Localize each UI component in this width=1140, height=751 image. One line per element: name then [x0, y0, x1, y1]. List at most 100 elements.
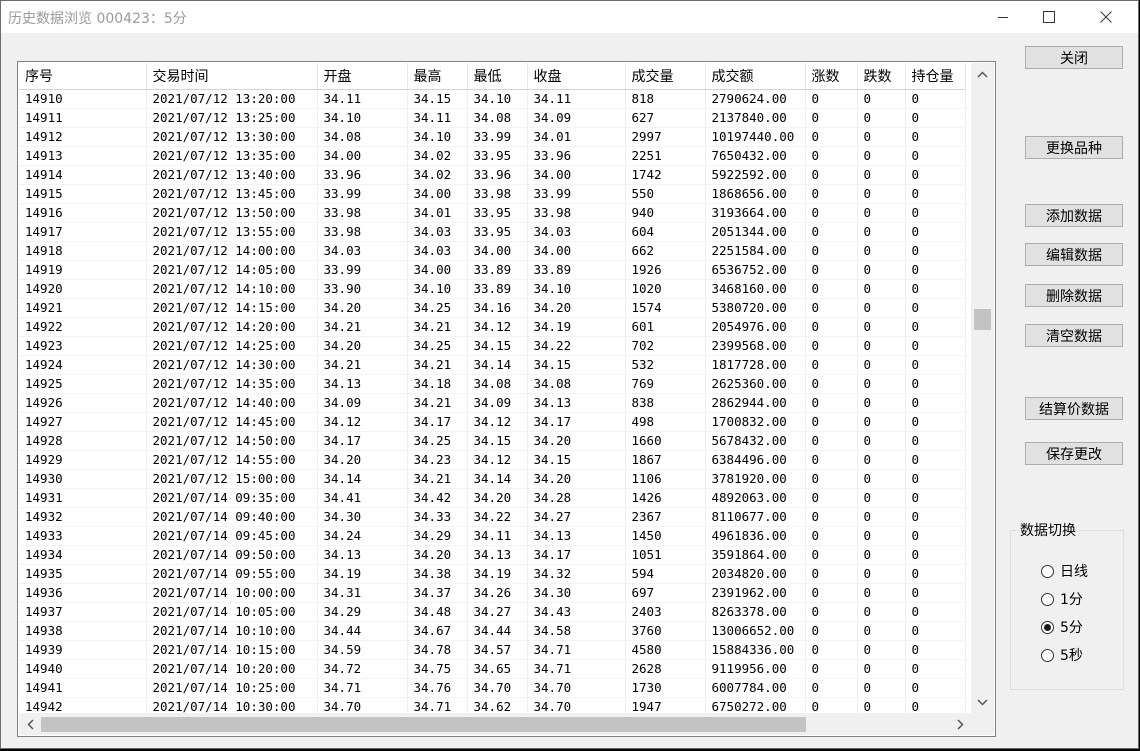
table-cell[interactable]: 2021/07/12 14:35:00 [146, 374, 318, 394]
radio-daily-circle[interactable] [1041, 564, 1054, 578]
table-cell[interactable]: 0 [857, 488, 906, 508]
table-cell[interactable]: 2021/07/12 14:30:00 [146, 355, 318, 375]
table-cell[interactable]: 34.27 [527, 507, 626, 527]
table-cell[interactable]: 1947 [625, 697, 706, 713]
table-cell[interactable]: 1817728.00 [705, 355, 806, 375]
table-cell[interactable]: 14935 [19, 564, 147, 584]
table-cell[interactable]: 34.25 [407, 336, 468, 356]
table-cell[interactable]: 34.21 [317, 355, 408, 375]
table-cell[interactable]: 0 [805, 621, 858, 641]
table-cell[interactable]: 0 [905, 374, 966, 394]
table-row[interactable]: 14914 2021/07/12 13:40:00 33.96 34.02 33.96 3… [19, 165, 966, 185]
table-cell[interactable]: 3760 [625, 621, 706, 641]
table-cell[interactable]: 34.21 [407, 317, 468, 337]
table-cell[interactable]: 34.13 [467, 545, 528, 565]
column-header[interactable]: 涨数 [805, 63, 858, 90]
table-cell[interactable]: 34.10 [317, 108, 408, 128]
table-cell[interactable]: 3193664.00 [705, 203, 806, 223]
table-cell[interactable]: 34.31 [317, 583, 408, 603]
table-cell[interactable]: 2021/07/12 14:15:00 [146, 298, 318, 318]
table-cell[interactable]: 2251584.00 [705, 241, 806, 261]
table-cell[interactable]: 34.03 [527, 222, 626, 242]
table-cell[interactable]: 34.70 [527, 678, 626, 698]
table-cell[interactable]: 818 [625, 89, 706, 109]
scroll-left-icon[interactable] [19, 713, 41, 735]
table-cell[interactable]: 0 [805, 678, 858, 698]
table-row[interactable]: 14926 2021/07/12 14:40:00 34.09 34.21 34.09 3… [19, 393, 966, 413]
table-cell[interactable]: 34.12 [317, 412, 408, 432]
table-cell[interactable]: 1450 [625, 526, 706, 546]
table-cell[interactable]: 2021/07/14 10:05:00 [146, 602, 318, 622]
table-row[interactable]: 14913 2021/07/12 13:35:00 34.00 34.02 33.95 3… [19, 146, 966, 166]
table-cell[interactable]: 34.67 [407, 621, 468, 641]
table-cell[interactable]: 34.10 [527, 279, 626, 299]
table-cell[interactable]: 1426 [625, 488, 706, 508]
table-cell[interactable]: 532 [625, 355, 706, 375]
table-cell[interactable]: 0 [805, 469, 858, 489]
table-cell[interactable]: 0 [905, 412, 966, 432]
table-cell[interactable]: 0 [857, 412, 906, 432]
table-cell[interactable]: 0 [805, 165, 858, 185]
table-cell[interactable]: 5380720.00 [705, 298, 806, 318]
table-cell[interactable]: 498 [625, 412, 706, 432]
table-cell[interactable]: 34.70 [527, 697, 626, 713]
table-cell[interactable]: 33.89 [527, 260, 626, 280]
table-cell[interactable]: 34.10 [467, 89, 528, 109]
table-cell[interactable]: 33.95 [467, 203, 528, 223]
table-cell[interactable]: 0 [805, 222, 858, 242]
table-cell[interactable]: 550 [625, 184, 706, 204]
table-row[interactable]: 14924 2021/07/12 14:30:00 34.21 34.21 34.14 3… [19, 355, 966, 375]
table-cell[interactable]: 34.37 [407, 583, 468, 603]
table-cell[interactable]: 1926 [625, 260, 706, 280]
table-cell[interactable]: 34.23 [407, 450, 468, 470]
table-cell[interactable]: 34.11 [407, 108, 468, 128]
table-cell[interactable]: 34.71 [317, 678, 408, 698]
table-cell[interactable]: 34.70 [317, 697, 408, 713]
table-cell[interactable]: 14933 [19, 526, 147, 546]
table-cell[interactable]: 1730 [625, 678, 706, 698]
table-cell[interactable]: 14915 [19, 184, 147, 204]
add-data-button[interactable]: 添加数据 [1025, 204, 1123, 227]
table-cell[interactable]: 0 [857, 298, 906, 318]
radio-5sec[interactable]: 5秒 [1041, 645, 1083, 665]
table-cell[interactable]: 33.99 [527, 184, 626, 204]
table-row[interactable]: 14933 2021/07/14 09:45:00 34.24 34.29 34.11 3… [19, 526, 966, 546]
column-header[interactable]: 开盘 [317, 63, 408, 90]
table-row[interactable]: 14928 2021/07/12 14:50:00 34.17 34.25 34.15 3… [19, 431, 966, 451]
table-cell[interactable]: 4961836.00 [705, 526, 806, 546]
table-cell[interactable]: 0 [857, 241, 906, 261]
column-header[interactable]: 持仓量 [905, 63, 966, 90]
table-cell[interactable]: 33.96 [527, 146, 626, 166]
table-cell[interactable]: 0 [857, 507, 906, 527]
clear-data-button[interactable]: 清空数据 [1025, 324, 1123, 347]
table-cell[interactable]: 8263378.00 [705, 602, 806, 622]
table-cell[interactable]: 34.33 [407, 507, 468, 527]
table-cell[interactable]: 33.89 [467, 260, 528, 280]
table-cell[interactable]: 34.19 [467, 564, 528, 584]
table-cell[interactable]: 34.03 [407, 241, 468, 261]
table-cell[interactable]: 0 [905, 545, 966, 565]
table-cell[interactable]: 33.98 [317, 222, 408, 242]
table-cell[interactable]: 2391962.00 [705, 583, 806, 603]
table-cell[interactable]: 2021/07/12 14:20:00 [146, 317, 318, 337]
table-cell[interactable]: 0 [805, 355, 858, 375]
table-cell[interactable]: 0 [857, 165, 906, 185]
table-cell[interactable]: 4580 [625, 640, 706, 660]
table-cell[interactable]: 2628 [625, 659, 706, 679]
table-cell[interactable]: 34.14 [467, 355, 528, 375]
table-cell[interactable]: 14924 [19, 355, 147, 375]
table-cell[interactable]: 0 [905, 659, 966, 679]
table-cell[interactable]: 34.15 [467, 336, 528, 356]
table-row[interactable]: 14911 2021/07/12 13:25:00 34.10 34.11 34.08 3… [19, 108, 966, 128]
delete-data-button[interactable]: 删除数据 [1025, 284, 1123, 307]
table-cell[interactable]: 34.02 [407, 165, 468, 185]
table-cell[interactable]: 34.26 [467, 583, 528, 603]
table-cell[interactable]: 34.58 [527, 621, 626, 641]
table-cell[interactable]: 34.20 [317, 336, 408, 356]
edit-data-button[interactable]: 编辑数据 [1025, 243, 1123, 266]
table-cell[interactable]: 2021/07/12 14:10:00 [146, 279, 318, 299]
table-cell[interactable]: 33.96 [317, 165, 408, 185]
table-cell[interactable]: 2403 [625, 602, 706, 622]
table-cell[interactable]: 14930 [19, 469, 147, 489]
table-cell[interactable]: 3781920.00 [705, 469, 806, 489]
